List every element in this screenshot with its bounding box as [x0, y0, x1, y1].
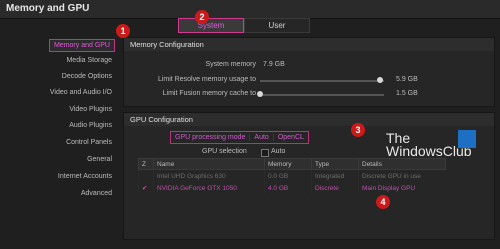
- sidebar-item-audio-plugins[interactable]: Audio Plugins: [69, 122, 112, 129]
- sidebar-item-memory-gpu[interactable]: Memory and GPU: [48, 39, 115, 52]
- gpu-row-name: Intel UHD Graphics 630: [153, 169, 265, 182]
- gpu-row-type: Integrated: [311, 169, 359, 182]
- gpu-row-name: NVIDIA GeForce GTX 1050: [153, 182, 265, 194]
- gpu-processing-mode-label: GPU processing mode: [175, 134, 246, 141]
- gpu-mode-dropdown[interactable]: Auto: [249, 134, 272, 141]
- gpu-selection-label: GPU selection: [202, 148, 247, 155]
- gpu-selection-auto-label: Auto: [271, 148, 286, 155]
- fusion-memory-value: 1.5 GB: [396, 90, 418, 97]
- gpu-row-check[interactable]: [138, 169, 154, 182]
- callout-badge-3: 3: [351, 123, 365, 137]
- gpu-panel-title: GPU Configuration: [124, 113, 494, 126]
- sidebar-item-advanced[interactable]: Advanced: [81, 190, 112, 197]
- system-memory-value: 7.9 GB: [263, 61, 285, 68]
- watermark-logo-icon: [458, 130, 476, 148]
- gpu-row-check[interactable]: ✔: [138, 182, 154, 194]
- sidebar-item-video-audio-io[interactable]: Video and Audio I/O: [50, 89, 112, 96]
- resolve-memory-slider-knob[interactable]: [377, 77, 384, 83]
- gpu-row-details: Main Display GPU: [358, 182, 446, 194]
- sidebar-item-media-storage[interactable]: Media Storage: [66, 57, 112, 64]
- memory-panel-title: Memory Configuration: [124, 38, 494, 51]
- gpu-col-check: Z: [138, 158, 154, 170]
- gpu-row-details: Discrete GPU in use: [358, 169, 446, 182]
- resolve-memory-slider[interactable]: [260, 80, 384, 82]
- table-row[interactable]: Intel UHD Graphics 630 0.0 GB Integrated…: [138, 169, 446, 182]
- resolve-memory-value: 5.9 GB: [396, 76, 418, 83]
- fusion-memory-label: Limit Fusion memory cache to: [162, 90, 256, 97]
- gpu-row-type: Discrete: [311, 182, 359, 194]
- sidebar-item-internet-accounts[interactable]: Internet Accounts: [58, 173, 112, 180]
- tab-system[interactable]: System: [178, 18, 244, 33]
- gpu-col-name: Name: [153, 158, 265, 170]
- gpu-row-memory: 4.0 GB: [264, 182, 312, 194]
- gpu-col-type: Type: [311, 158, 359, 170]
- sidebar-item-video-plugins[interactable]: Video Plugins: [69, 106, 112, 113]
- sidebar-item-control-panels[interactable]: Control Panels: [66, 139, 112, 146]
- sidebar-item-decode-options[interactable]: Decode Options: [62, 73, 112, 80]
- fusion-memory-slider[interactable]: [260, 94, 384, 96]
- gpu-row-memory: 0.0 GB: [264, 169, 312, 182]
- system-memory-label: System memory: [205, 61, 256, 68]
- gpu-processing-mode-row: GPU processing mode Auto OpenCL: [170, 131, 309, 144]
- gpu-col-details: Details: [358, 158, 446, 170]
- tab-user[interactable]: User: [244, 18, 310, 33]
- sidebar: Memory and GPU Media Storage Decode Opti…: [0, 36, 118, 249]
- callout-badge-4: 4: [376, 195, 390, 209]
- window-title: Memory and GPU: [6, 3, 90, 14]
- memory-configuration-panel: Memory Configuration System memory 7.9 G…: [123, 37, 495, 107]
- title-bar: Memory and GPU: [0, 0, 500, 19]
- fusion-memory-slider-knob[interactable]: [257, 91, 263, 97]
- gpu-selection-auto-checkbox[interactable]: [261, 149, 269, 157]
- gpu-col-memory: Memory: [264, 158, 312, 170]
- table-row[interactable]: ✔ NVIDIA GeForce GTX 1050 4.0 GB Discret…: [138, 182, 446, 194]
- gpu-api-dropdown[interactable]: OpenCL: [272, 134, 308, 141]
- callout-badge-2: 2: [195, 10, 209, 24]
- callout-badge-1: 1: [116, 24, 130, 38]
- sidebar-item-general[interactable]: General: [87, 156, 112, 163]
- resolve-memory-label: Limit Resolve memory usage to: [157, 76, 256, 83]
- gpu-table: Z Name Memory Type Details Intel UHD Gra…: [138, 158, 446, 194]
